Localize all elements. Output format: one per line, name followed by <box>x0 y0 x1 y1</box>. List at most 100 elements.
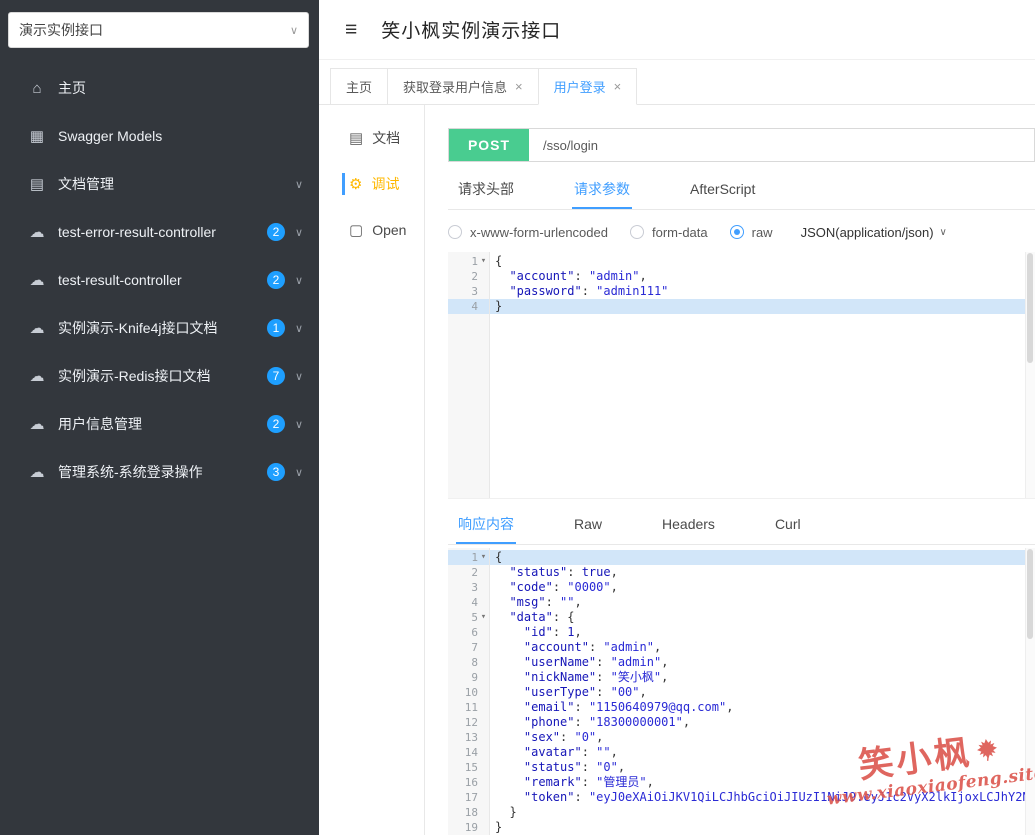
code-line[interactable]: "remark": "管理员", <box>490 775 1035 790</box>
tab-response-curl[interactable]: Curl <box>773 505 803 544</box>
gutter-line[interactable]: 8 <box>448 655 489 670</box>
sidebar: 演示实例接口 ∨ ⌂ 主页 ▦ Swagger Models ▤ 文档管理 ∨ … <box>0 0 319 835</box>
fold-arrow-icon[interactable]: ▾ <box>478 610 489 625</box>
gutter-line[interactable]: 17 <box>448 790 489 805</box>
sidebar-item-home[interactable]: ⌂ 主页 <box>0 64 319 112</box>
gutter-line[interactable]: 7 <box>448 640 489 655</box>
code-line[interactable]: "userType": "00", <box>490 685 1035 700</box>
code-line[interactable]: "password": "admin111" <box>490 284 1035 299</box>
gutter-line[interactable]: 1 ▾ <box>448 550 489 565</box>
gutter-line[interactable]: 3 <box>448 580 489 595</box>
response-body-editor[interactable]: 1 ▾ 2 3 4 5 ▾ 6 7 8 9 10 11 12 13 14 15 16 17 18 19 { "statu… <box>448 548 1035 835</box>
bodytype-raw[interactable]: raw <box>729 225 773 240</box>
sidebar-item-knife4j-docs[interactable]: ☁ 实例演示-Knife4j接口文档 1 ∨ <box>0 304 319 352</box>
sidebar-item-redis-docs[interactable]: ☁ 实例演示-Redis接口文档 7 ∨ <box>0 352 319 400</box>
sidebar-item-test-error-result-controller[interactable]: ☁ test-error-result-controller 2 ∨ <box>0 208 319 256</box>
code-line[interactable]: "email": "1150640979@qq.com", <box>490 700 1035 715</box>
gutter-line[interactable]: 14 <box>448 745 489 760</box>
gutter-line[interactable]: 1 ▾ <box>448 254 489 269</box>
editor-code-area[interactable]: { "status": true, "code": "0000", "msg":… <box>490 550 1035 835</box>
code-line[interactable]: "code": "0000", <box>490 580 1035 595</box>
tab-response-headers[interactable]: Headers <box>660 505 717 544</box>
bodytype-form-data[interactable]: form-data <box>629 225 708 240</box>
code-line[interactable]: "status": "0", <box>490 760 1035 775</box>
tab-label: 主页 <box>346 80 373 95</box>
gutter-line[interactable]: 19 <box>448 820 489 835</box>
gutter-line[interactable]: 6 <box>448 625 489 640</box>
scrollbar-thumb[interactable] <box>1027 253 1033 363</box>
content-type-select[interactable]: JSON(application/json) ∨ <box>801 225 947 240</box>
request-body-editor[interactable]: 1 ▾ 2 3 4 { "account": "admin", "password": … <box>448 252 1035 499</box>
gutter-line[interactable]: 9 <box>448 670 489 685</box>
tab-get-login-user-info[interactable]: 获取登录用户信息 × <box>387 68 539 105</box>
bodytype-urlencoded[interactable]: x-www-form-urlencoded <box>448 225 608 240</box>
sidebar-item-swagger-models[interactable]: ▦ Swagger Models <box>0 112 319 160</box>
gutter-line[interactable]: 4 <box>448 595 489 610</box>
close-icon[interactable]: × <box>515 80 523 93</box>
code-line[interactable]: "avatar": "", <box>490 745 1035 760</box>
request-url: /sso/login <box>543 137 598 153</box>
code-line[interactable]: "id": 1, <box>490 625 1035 640</box>
gutter-line[interactable]: 15 <box>448 760 489 775</box>
radio-label: x-www-form-urlencoded <box>470 224 608 240</box>
gutter-line[interactable]: 16 <box>448 775 489 790</box>
service-select[interactable]: 演示实例接口 ∨ <box>8 12 309 48</box>
doc-mode-item-open[interactable]: ▢ Open <box>319 207 424 253</box>
open-icon: ▢ <box>349 222 364 239</box>
code-line[interactable]: { <box>490 254 1035 269</box>
code-line[interactable]: "token": "eyJ0eXAiOiJKV1QiLCJhbGciOiJIUz… <box>490 790 1035 805</box>
tab-user-login[interactable]: 用户登录 × <box>537 68 638 105</box>
tab-afterscript[interactable]: AfterScript <box>688 170 757 209</box>
service-select-value: 演示实例接口 <box>19 22 103 38</box>
doc-mode-item-debug[interactable]: ⚙ 调试 <box>319 161 424 207</box>
sidebar-item-doc-manage[interactable]: ▤ 文档管理 ∨ <box>0 160 319 208</box>
code-line[interactable]: "status": true, <box>490 565 1035 580</box>
chevron-down-icon: ∨ <box>289 24 298 37</box>
tab-response-raw[interactable]: Raw <box>572 505 604 544</box>
code-line[interactable]: "userName": "admin", <box>490 655 1035 670</box>
collapse-menu-icon[interactable]: ≡ <box>345 19 357 40</box>
code-line[interactable]: } <box>490 805 1035 820</box>
code-line[interactable]: "phone": "18300000001", <box>490 715 1035 730</box>
gutter-line[interactable]: 2 <box>448 565 489 580</box>
close-icon[interactable]: × <box>614 80 622 93</box>
fold-arrow-icon[interactable]: ▾ <box>478 254 489 269</box>
code-line[interactable]: "msg": "", <box>490 595 1035 610</box>
gutter-line[interactable]: 10 <box>448 685 489 700</box>
code-line[interactable]: "sex": "0", <box>490 730 1035 745</box>
gutter-line[interactable]: 18 <box>448 805 489 820</box>
code-line[interactable]: { <box>490 550 1035 565</box>
gutter-line[interactable]: 11 <box>448 700 489 715</box>
code-line[interactable]: } <box>490 299 1035 314</box>
gutter-line[interactable]: 2 <box>448 269 489 284</box>
scrollbar-thumb[interactable] <box>1027 549 1033 639</box>
code-line[interactable]: "data": { <box>490 610 1035 625</box>
sidebar-item-label: 文档管理 <box>58 176 114 192</box>
doc-mode-item-doc[interactable]: ▤ 文档 <box>319 115 424 161</box>
code-line[interactable]: "nickName": "笑小枫", <box>490 670 1035 685</box>
gutter-line[interactable]: 12 <box>448 715 489 730</box>
tab-request-params[interactable]: 请求参数 <box>572 170 632 209</box>
editor-scrollbar[interactable] <box>1025 252 1035 498</box>
sidebar-item-system-login[interactable]: ☁ 管理系统-系统登录操作 3 ∨ <box>0 448 319 496</box>
editor-code-area[interactable]: { "account": "admin", "password": "admin… <box>490 254 1035 314</box>
gutter-line[interactable]: 13 <box>448 730 489 745</box>
tab-response-content[interactable]: 响应内容 <box>456 505 516 544</box>
editor-scrollbar[interactable] <box>1025 548 1035 835</box>
fold-arrow-icon[interactable]: ▾ <box>478 550 489 565</box>
gutter-line[interactable]: 5 ▾ <box>448 610 489 625</box>
gutter-line[interactable]: 3 <box>448 284 489 299</box>
sidebar-item-user-info[interactable]: ☁ 用户信息管理 2 ∨ <box>0 400 319 448</box>
sidebar-item-test-result-controller[interactable]: ☁ test-result-controller 2 ∨ <box>0 256 319 304</box>
code-line[interactable]: "account": "admin", <box>490 269 1035 284</box>
sidebar-item-label: 管理系统-系统登录操作 <box>58 464 203 480</box>
gutter-line[interactable]: 4 <box>448 299 489 314</box>
code-line[interactable]: "account": "admin", <box>490 640 1035 655</box>
request-tabs: 请求头部 请求参数 AfterScript <box>448 170 1035 210</box>
tab-home[interactable]: 主页 <box>330 68 389 105</box>
tab-label: Curl <box>774 515 801 532</box>
code-line[interactable]: } <box>490 820 1035 835</box>
tab-request-headers[interactable]: 请求头部 <box>456 170 516 209</box>
